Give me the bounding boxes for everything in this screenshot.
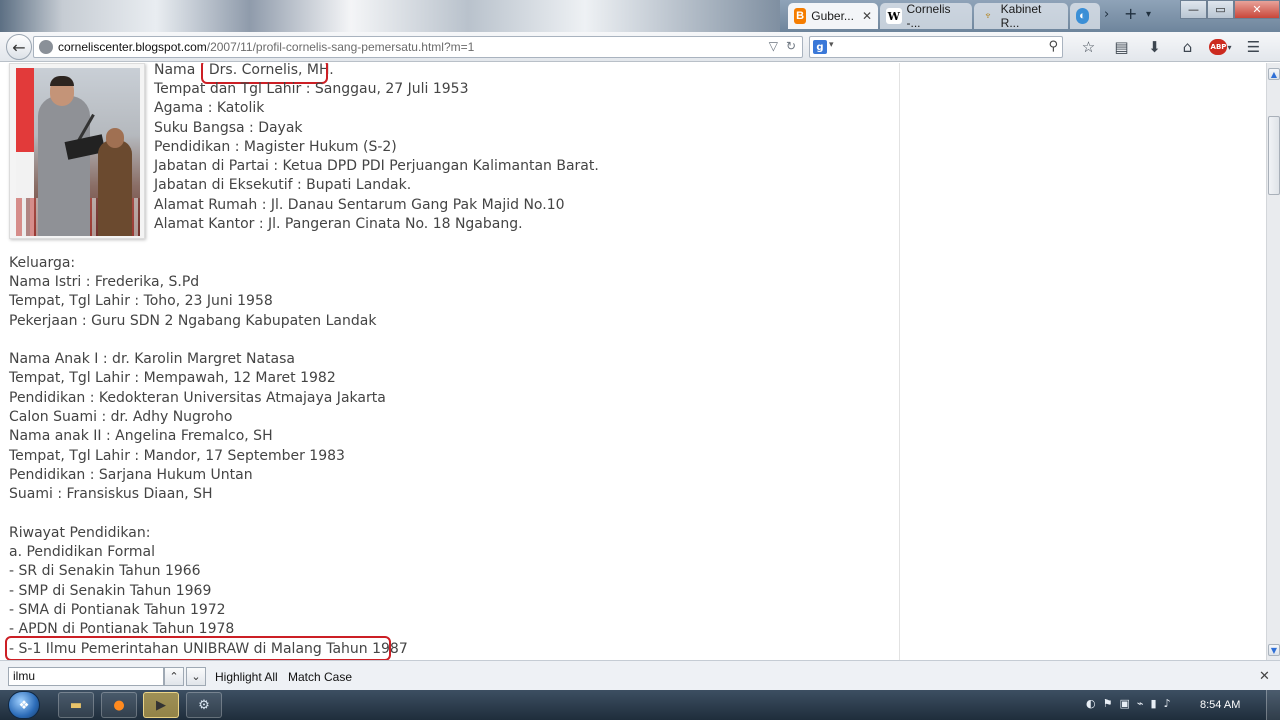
profile-line: Alamat Rumah : Jl. Danau Sentarum Gang P… [154, 197, 565, 213]
new-tab-icon[interactable]: + [1124, 4, 1137, 23]
tab-strip: B Guber... ✕ W Cornelis -... ♆ Kabinet R… [0, 0, 1280, 32]
show-desktop-button[interactable] [1266, 690, 1280, 720]
child-line: Nama Anak I : dr. Karolin Margret Natasa [9, 351, 295, 367]
tab-scroll-right-icon[interactable]: › [1104, 7, 1109, 22]
system-tray: ◐ ⚑ ▣ ⌁ ▮ ♪ [1086, 697, 1171, 710]
network-status-icon[interactable]: ◐ [1086, 697, 1096, 710]
blurred-tabs-area [0, 0, 780, 32]
home-icon[interactable]: ⌂ [1171, 37, 1204, 57]
tab-gubernur[interactable]: B Guber... ✕ [788, 3, 878, 29]
tab-overflow[interactable]: ◐ [1070, 3, 1100, 29]
education-subheading: a. Pendidikan Formal [9, 544, 155, 560]
start-button[interactable]: ❖ [8, 691, 40, 719]
toolbar-icons: ☆ ▤ ⬇ ⌂ ABP ▾ ☰ [1072, 37, 1270, 57]
child-line: Pendidikan : Sarjana Hukum Untan [9, 467, 253, 483]
close-window-icon[interactable]: ✕ [1234, 0, 1280, 19]
education-line: - SR di Senakin Tahun 1966 [9, 563, 201, 579]
family-line: Tempat, Tgl Lahir : Toho, 23 Juni 1958 [9, 293, 273, 309]
taskbar: ❖ ▬ ● ▶ ⚙ ◐ ⚑ ▣ ⌁ ▮ ♪ 8:54 AM [0, 690, 1280, 720]
profile-line: Alamat Kantor : Jl. Pangeran Cinata No. … [154, 216, 523, 232]
match-case-button[interactable]: Match Case [288, 670, 352, 684]
scroll-thumb[interactable] [1268, 116, 1280, 195]
child-line: Nama anak II : Angelina Fremalco, SH [9, 428, 273, 444]
search-magnifier-icon[interactable]: ⚲ [1048, 39, 1058, 54]
scroll-up-icon[interactable]: ▲ [1268, 68, 1280, 80]
child-line: Tempat, Tgl Lahir : Mempawah, 12 Maret 1… [9, 370, 336, 386]
globe-icon: ◐ [1076, 8, 1089, 24]
tab-kabinet[interactable]: ♆ Kabinet R... [974, 2, 1068, 30]
find-bar: ilmu ⌃ ⌄ Highlight All Match Case ✕ [0, 660, 1280, 690]
education-heading: Riwayat Pendidikan: [9, 525, 151, 541]
usb-icon[interactable]: ⌁ [1137, 697, 1144, 710]
media-player-icon[interactable]: ▶ [143, 692, 179, 718]
child-line: Pendidikan : Kedokteran Universitas Atma… [9, 390, 386, 406]
tab-label: Guber... [811, 9, 854, 23]
child-line: Tempat, Tgl Lahir : Mandor, 17 September… [9, 448, 345, 464]
family-line: Nama Istri : Frederika, S.Pd [9, 274, 200, 290]
family-heading: Keluarga: [9, 255, 76, 271]
tab-label: Cornelis -... [906, 2, 951, 30]
firefox-icon[interactable]: ● [101, 692, 137, 718]
vertical-scrollbar[interactable]: ▲ ▼ [1266, 63, 1280, 660]
url-host: corneliscenter.blogspot.com [58, 40, 207, 54]
wikipedia-icon: W [886, 8, 902, 24]
child-line: Calon Suami : dr. Adhy Nugroho [9, 409, 233, 425]
reload-icon[interactable]: ↻ [786, 39, 796, 53]
explorer-icon[interactable]: ▬ [58, 692, 94, 718]
url-bar[interactable]: corneliscenter.blogspot.com /2007/11/pro… [33, 36, 803, 58]
tab-label: Kabinet R... [1000, 2, 1042, 30]
profile-line: Pendidikan : Magister Hukum (S-2) [154, 139, 397, 155]
child-line: Suami : Fransiskus Diaan, SH [9, 486, 213, 502]
maximize-icon[interactable]: ▭ [1207, 0, 1234, 19]
close-find-bar-icon[interactable]: ✕ [1259, 668, 1270, 684]
garuda-icon: ♆ [983, 10, 992, 22]
profile-line: Jabatan di Eksekutif : Bupati Landak. [154, 177, 412, 193]
adblock-icon[interactable]: ABP ▾ [1204, 37, 1237, 57]
highlight-all-button[interactable]: Highlight All [215, 670, 278, 684]
family-line: Pekerjaan : Guru SDN 2 Ngabang Kabupaten… [9, 313, 377, 329]
minimize-icon[interactable]: — [1180, 0, 1207, 19]
control-panel-icon[interactable]: ⚙ [186, 692, 222, 718]
bookmark-star-icon[interactable]: ☆ [1072, 37, 1105, 57]
profile-line: Agama : Katolik [154, 100, 265, 116]
tab-list-icon[interactable]: ▾ [1146, 9, 1151, 20]
find-next-icon[interactable]: ⌄ [186, 667, 206, 686]
site-identity-icon[interactable] [39, 40, 53, 54]
profile-photo [9, 63, 145, 239]
profile-line: Suku Bangsa : Dayak [154, 120, 303, 136]
education-line: - SMP di Senakin Tahun 1969 [9, 583, 212, 599]
scroll-down-icon[interactable]: ▼ [1268, 644, 1280, 656]
action-center-icon[interactable]: ⚑ [1103, 697, 1113, 710]
history-dropdown-icon[interactable]: ▽ [769, 39, 778, 53]
find-input[interactable]: ilmu [8, 667, 164, 686]
clock[interactable]: 8:54 AM [1200, 699, 1240, 711]
back-arrow-icon[interactable]: ← [6, 34, 32, 60]
close-tab-icon[interactable]: ✕ [862, 9, 872, 23]
url-actions: ▽ ↻ [769, 39, 796, 53]
signal-icon[interactable]: ▮ [1151, 697, 1157, 710]
search-bar[interactable]: g ▾ ⚲ [809, 36, 1063, 58]
find-previous-icon[interactable]: ⌃ [164, 667, 184, 686]
url-path: /2007/11/profil-cornelis-sang-pemersatu.… [206, 40, 475, 54]
highlight-box-degree [5, 636, 391, 660]
profile-line: Tempat dan Tgl Lahir : Sanggau, 27 Juli … [154, 81, 469, 97]
bookmarks-list-icon[interactable]: ▤ [1105, 37, 1138, 57]
tab-cornelis[interactable]: W Cornelis -... [880, 2, 972, 30]
menu-icon[interactable]: ☰ [1237, 37, 1270, 57]
volume-icon[interactable]: ♪ [1164, 697, 1171, 710]
blogger-icon: B [794, 8, 807, 24]
education-line: - SMA di Pontianak Tahun 1972 [9, 602, 226, 618]
google-icon[interactable]: g [813, 40, 827, 54]
security-icon[interactable]: ▣ [1119, 697, 1129, 710]
engine-dropdown-icon[interactable]: ▾ [829, 40, 834, 50]
window-controls: — ▭ ✕ [1180, 0, 1280, 20]
download-icon[interactable]: ⬇ [1138, 37, 1171, 57]
profile-line: Jabatan di Partai : Ketua DPD PDI Perjua… [154, 158, 599, 174]
page-content: Nama : Drs. Cornelis, MH. Tempat dan Tgl… [0, 63, 1266, 660]
sidebar-divider [899, 63, 900, 660]
navigation-bar: ← corneliscenter.blogspot.com /2007/11/p… [0, 32, 1280, 62]
